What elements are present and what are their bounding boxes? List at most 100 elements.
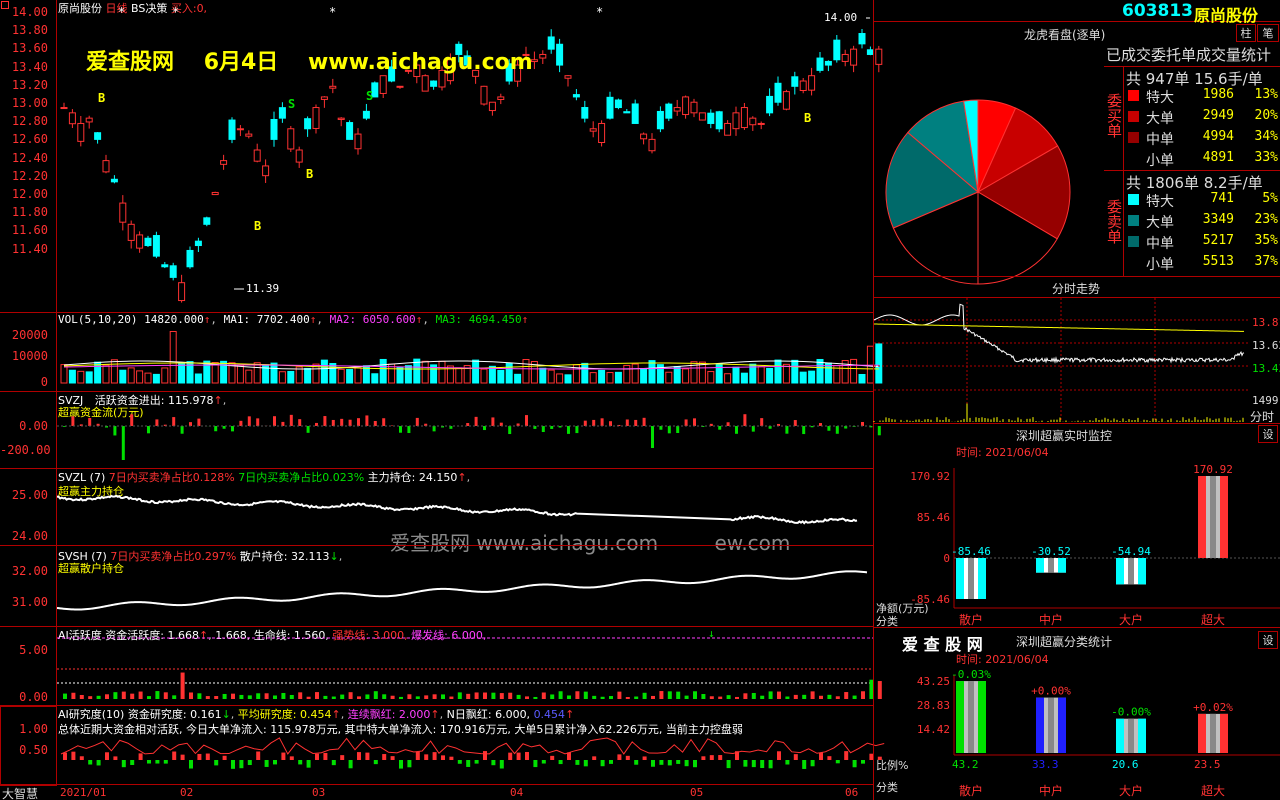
research-chart[interactable] xyxy=(0,706,885,784)
ai-active-panel[interactable]: AI活跃度 资金活跃度: 1.668↑, 1.668, 生命线: 1.560, … xyxy=(0,627,882,705)
pie-header: 龙虎看盘(逐单) 柱 笔 xyxy=(874,23,1280,43)
monitor-bar-side xyxy=(1198,476,1206,558)
svsh-panel[interactable]: SVSH (7) 7日内买卖净占比0.297% 散户持仓: 32.113↓, 超… xyxy=(0,546,873,626)
svzl-panel[interactable]: SVZL (7) 7日内买卖净占比0.128% 7日内买卖净占比0.023% 主… xyxy=(0,469,873,555)
flow-bar-positive xyxy=(474,416,478,426)
candle-body xyxy=(556,43,564,66)
classify-set-button[interactable]: 设 xyxy=(1258,631,1278,649)
order-type: 小单 xyxy=(1146,153,1174,169)
activity-bar xyxy=(399,696,403,699)
volume-bar xyxy=(556,373,564,384)
order-pct: 37% xyxy=(1254,254,1278,269)
monitor-bar-chart[interactable]: 170.9285.460-85.46-85.46散户-30.52中户-54.94… xyxy=(874,458,1280,628)
activity-bar xyxy=(735,696,739,699)
classify-change: -0.03% xyxy=(951,668,991,681)
svzj-panel[interactable]: SVZJ 活跃资金进出: 115.978↑, 超赢资金流(万元) 0.00 -2… xyxy=(0,392,881,468)
volume-bar xyxy=(472,359,480,384)
activity-bar xyxy=(802,694,807,699)
research-bar xyxy=(172,751,177,760)
volume-bar xyxy=(136,370,144,384)
volume-bar xyxy=(614,371,622,384)
fund-flow-chart[interactable] xyxy=(0,392,881,468)
flow-bar-positive xyxy=(634,419,638,426)
activity-bar xyxy=(667,691,672,699)
activity-bar xyxy=(121,691,126,699)
flow-bar-positive xyxy=(415,417,419,426)
classify-bar-chart[interactable]: 43.25 28.83 14.42 -0.03% 43.2 散户 +0.00% 33.3 中户 -… xyxy=(874,665,1280,800)
activity-bar xyxy=(625,696,630,699)
research-bar xyxy=(760,760,765,769)
low-price-mark: 11.39 xyxy=(246,282,280,295)
activity-chart[interactable]: ↓ xyxy=(0,627,882,705)
retail-holding-chart[interactable] xyxy=(0,546,873,626)
candle-body xyxy=(850,48,858,66)
candle-body xyxy=(640,133,648,140)
flow-bar-positive xyxy=(861,421,864,426)
monitor-value: -85.46 xyxy=(951,545,991,558)
intraday-chart[interactable] xyxy=(873,298,1248,422)
vol-panel[interactable]: VOL(5,10,20) 14820.000↑, MA1: 7702.400↑,… xyxy=(0,313,883,391)
activity-bar xyxy=(449,696,454,699)
activity-bar xyxy=(768,691,773,699)
research-bar xyxy=(399,760,403,769)
flow-bar-positive xyxy=(189,422,192,426)
research-bar xyxy=(331,760,336,766)
activity-bar xyxy=(163,692,168,699)
classify-bar-side xyxy=(1036,697,1044,753)
candle-body xyxy=(614,99,622,109)
ai-research-panel[interactable]: AI研究度(10) 资金研究度: 0.161↓, 平均研究度: 0.454↑, … xyxy=(0,706,885,784)
monitor-bar-side xyxy=(956,558,964,599)
classify-bar-side xyxy=(1220,713,1228,753)
flow-bar-positive xyxy=(357,418,360,426)
kline-panel[interactable]: 原尚股份 日线 BS决策 买入:0, 14.00 13.80 13.60 13.40 1… xyxy=(0,0,883,312)
order-pie-chart[interactable] xyxy=(874,46,1104,285)
order-type: 大单 xyxy=(1146,111,1174,127)
research-bar xyxy=(466,760,471,767)
candle-body xyxy=(77,122,85,142)
candle-body xyxy=(824,60,832,66)
monitor-set-button[interactable]: 设 xyxy=(1258,425,1278,443)
research-bar xyxy=(441,755,445,760)
activity-bar xyxy=(743,693,748,699)
candle-body xyxy=(161,264,169,268)
research-bar xyxy=(625,755,630,760)
activity-bar xyxy=(567,695,571,699)
flow-bar-positive xyxy=(600,418,604,426)
research-bar xyxy=(197,753,202,760)
candle-body xyxy=(430,80,438,87)
classify-category: 超大 xyxy=(1201,783,1225,798)
volume-chart[interactable] xyxy=(0,313,883,391)
candle-body xyxy=(715,111,723,130)
btn-zhu[interactable]: 柱 xyxy=(1236,24,1256,42)
candle-body xyxy=(396,85,404,88)
order-pct: 13% xyxy=(1254,87,1278,102)
volume-bar xyxy=(152,373,160,384)
volume-bar xyxy=(110,359,118,384)
activity-bar xyxy=(676,691,681,699)
volume-bar xyxy=(564,374,572,384)
classify-bar xyxy=(956,681,986,753)
volume-bar xyxy=(505,362,513,384)
research-bar xyxy=(264,760,269,767)
flow-bar-positive xyxy=(365,415,369,426)
order-type: 大单 xyxy=(1146,215,1174,231)
activity-bar xyxy=(550,694,555,699)
research-bar xyxy=(357,752,361,760)
activity-bar xyxy=(810,691,815,699)
activity-bar xyxy=(466,693,471,699)
research-bar xyxy=(247,760,252,766)
time-axis[interactable]: 大智慧 2021/01 02 03 04 05 06 xyxy=(0,784,873,800)
btn-bi[interactable]: 笔 xyxy=(1257,24,1279,42)
research-bar xyxy=(121,760,126,768)
sell-signal: S xyxy=(288,97,295,111)
flow-bar-negative xyxy=(575,426,579,434)
research-bar xyxy=(844,751,849,760)
candle-body xyxy=(749,117,757,126)
candle-body xyxy=(782,91,790,110)
candle-body xyxy=(144,237,152,247)
research-bar xyxy=(768,760,773,769)
stock-header: 603813 原尚股份 xyxy=(874,0,1280,25)
flow-bar-negative xyxy=(718,426,722,430)
color-swatch xyxy=(1128,194,1139,205)
research-bar xyxy=(583,760,588,767)
